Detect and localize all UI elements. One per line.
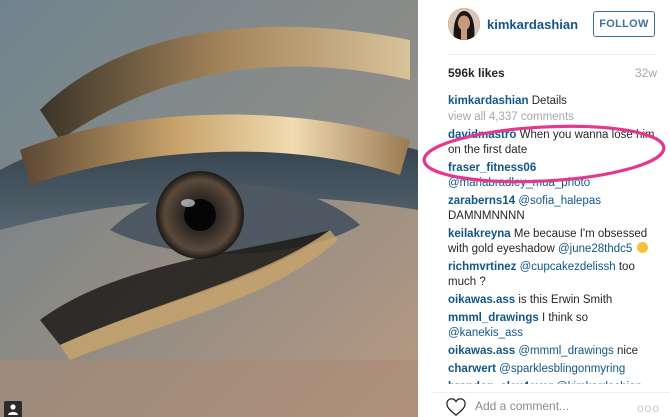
- comment-item: zaraberns14 @sofia_halepas DAMNMNNNN: [448, 194, 660, 224]
- smiling-emoji-icon: [636, 242, 648, 253]
- comment-mention-link[interactable]: @mariabradley_mua_photo: [448, 177, 590, 189]
- comment-username-link[interactable]: mmml_drawings: [448, 312, 539, 324]
- like-button[interactable]: [445, 397, 467, 417]
- caption: kimkardashian Details: [448, 94, 660, 109]
- comment-item: oikawas.ass is this Erwin Smith: [448, 293, 660, 308]
- add-comment-input[interactable]: [475, 399, 625, 413]
- comment-username-link[interactable]: fraser_fitness06: [448, 162, 536, 174]
- header-divider: [448, 54, 656, 55]
- person-icon: [8, 404, 18, 415]
- comment-username-link[interactable]: richmvrtinez: [448, 261, 516, 273]
- comment-item: keilakreyna Me because I'm obsessed with…: [448, 227, 660, 257]
- avatar[interactable]: [448, 8, 480, 40]
- comment-mention-link[interactable]: @kimkardashian: [556, 381, 642, 384]
- comment-username-link[interactable]: oikawas.ass: [448, 294, 515, 306]
- comment-username-link[interactable]: keilakreyna: [448, 228, 511, 240]
- comment-item: brandon_alex4ever @kimkardashian wicked …: [448, 380, 660, 384]
- comment-text: I think so: [541, 312, 588, 324]
- post-photo[interactable]: [0, 0, 418, 417]
- comment-mention-link[interactable]: @sparklesblingonmyring: [499, 363, 625, 375]
- caption-text: Details: [531, 95, 567, 107]
- comment-username-link[interactable]: brandon_alex4ever: [448, 381, 553, 384]
- comment-mention-link[interactable]: @sofia_halepas: [518, 195, 601, 207]
- comment-username-link[interactable]: charwert: [448, 363, 496, 375]
- add-comment-bar: ooo: [431, 392, 670, 417]
- comment-mention-link[interactable]: @cupcakezdelissh: [520, 261, 616, 273]
- comment-item: oikawas.ass @mmml_drawings nice: [448, 344, 660, 359]
- caption-username-link[interactable]: kimkardashian: [448, 95, 529, 107]
- eye-makeup-image: [0, 0, 418, 417]
- more-options-button[interactable]: ooo: [637, 401, 660, 415]
- heart-icon: [446, 398, 466, 417]
- comments-list: kimkardashian Details view all 4,337 com…: [448, 94, 660, 384]
- post-username-link[interactable]: kimkardashian: [487, 17, 578, 32]
- comment-item: richmvrtinez @cupcakezdelissh too much ?: [448, 260, 660, 290]
- view-all-comments-link[interactable]: view all 4,337 comments: [448, 110, 660, 125]
- profile-picture-icon: [448, 8, 480, 40]
- comment-item: fraser_fitness06 @mariabradley_mua_photo: [448, 161, 660, 191]
- comment-username-link[interactable]: oikawas.ass: [448, 345, 515, 357]
- comment-mention-link[interactable]: @kanekis_ass: [448, 327, 523, 339]
- comment-mention-link[interactable]: @june28thdc5: [558, 243, 632, 255]
- tagged-users-badge[interactable]: [4, 401, 22, 417]
- follow-button[interactable]: FOLLOW: [593, 11, 655, 37]
- comment-item: davidmastro When you wanna lose him on t…: [448, 128, 660, 158]
- comment-text: is this Erwin Smith: [518, 294, 613, 306]
- post-details-panel: kimkardashian FOLLOW 596k likes 32w kimk…: [431, 0, 670, 417]
- comment-username-link[interactable]: davidmastro: [448, 129, 516, 141]
- comment-text: DAMNMNNNN: [448, 210, 525, 222]
- comment-item: charwert @sparklesblingonmyring: [448, 362, 660, 377]
- post-timestamp[interactable]: 32w: [635, 66, 657, 80]
- post-header: kimkardashian FOLLOW: [431, 8, 670, 46]
- comment-username-link[interactable]: zaraberns14: [448, 195, 515, 207]
- comment-mention-link[interactable]: @mmml_drawings: [518, 345, 613, 357]
- comment-item: mmml_drawings I think so @kanekis_ass: [448, 311, 660, 341]
- likes-count[interactable]: 596k likes: [448, 66, 505, 80]
- comment-text: nice: [616, 345, 639, 357]
